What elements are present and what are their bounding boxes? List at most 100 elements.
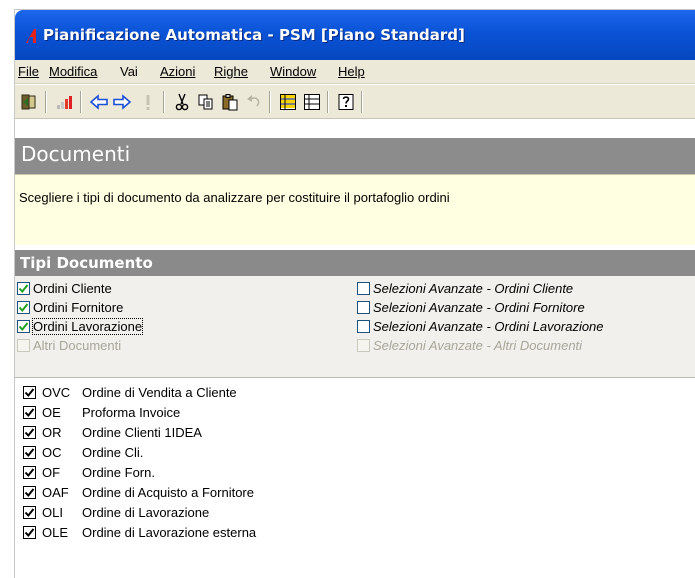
menu-modifica[interactable]: Modifica <box>49 64 97 79</box>
description-panel <box>15 174 695 245</box>
section-title: Tipi Documento <box>20 254 153 272</box>
option-label: Ordini Cliente <box>33 281 112 296</box>
checkbox[interactable] <box>23 465 36 479</box>
toolbar-separator <box>45 91 47 113</box>
toolbar-separator <box>269 91 271 113</box>
option-ordini-fornitore[interactable]: Ordini Fornitore <box>17 299 123 316</box>
menu-vai-label: Vai <box>120 64 138 79</box>
paste-icon[interactable] <box>219 91 241 113</box>
checkbox[interactable] <box>23 525 36 539</box>
document-code: OF <box>42 464 61 480</box>
menu-vai[interactable]: Vai <box>120 64 138 79</box>
document-code: OE <box>42 404 61 420</box>
list-highlight-icon[interactable] <box>277 91 299 113</box>
page-description: Scegliere i tipi di documento da analizz… <box>19 190 450 205</box>
option-label: Selezioni Avanzate - Altri Documenti <box>373 338 583 353</box>
list-item[interactable]: OLE Ordine di Lavorazione esterna <box>23 522 256 542</box>
document-code: OR <box>42 424 62 440</box>
option-label: Selezioni Avanzate - Ordini Lavorazione <box>373 319 604 334</box>
option-label: Ordini Fornitore <box>33 300 124 315</box>
checkbox[interactable] <box>23 385 36 399</box>
document-code: OC <box>42 444 62 460</box>
toolbar-separator <box>80 91 82 113</box>
list-item[interactable]: OR Ordine Clienti 1IDEA <box>23 422 202 442</box>
menu-azioni[interactable]: Azioni <box>160 64 195 79</box>
menu-azioni-label: Azioni <box>160 64 196 79</box>
option-selezioni-avanzate-cliente[interactable]: Selezioni Avanzate - Ordini Cliente <box>357 280 573 297</box>
menu-righe-label: Righe <box>214 64 248 79</box>
exit-icon[interactable] <box>18 91 40 113</box>
toolbar-separator <box>163 91 165 113</box>
list-item[interactable]: OAF Ordine di Acquisto a Fornitore <box>23 482 254 502</box>
toolbar-separator <box>361 91 363 113</box>
signal-icon[interactable] <box>53 91 75 113</box>
option-label: Selezioni Avanzate - Ordini Fornitore <box>373 300 585 315</box>
checkbox[interactable] <box>17 320 30 333</box>
list-item[interactable]: OVC Ordine di Vendita a Cliente <box>23 382 237 402</box>
checkbox[interactable] <box>357 301 370 314</box>
list-item[interactable]: OF Ordine Forn. <box>23 462 155 482</box>
document-list: OVC Ordine di Vendita a Cliente OE Profo… <box>15 382 695 578</box>
checkbox[interactable] <box>357 320 370 333</box>
document-description: Ordine Cli. <box>82 444 144 460</box>
arrow-left-icon[interactable] <box>88 91 110 113</box>
app-logo-icon <box>25 28 41 47</box>
checkbox[interactable] <box>17 282 30 295</box>
list-item[interactable]: OE Proforma Invoice <box>23 402 180 422</box>
option-altri-documenti[interactable]: Altri Documenti <box>17 337 121 354</box>
list-icon[interactable] <box>301 91 323 113</box>
menu-help-label: Help <box>338 64 365 79</box>
application-window: Pianificazione Automatica - PSM [Piano S… <box>14 9 695 578</box>
undo-icon[interactable] <box>243 91 265 113</box>
document-description: Proforma Invoice <box>82 404 181 420</box>
list-item[interactable]: OC Ordine Cli. <box>23 442 143 462</box>
checkbox[interactable] <box>17 339 30 352</box>
checkbox[interactable] <box>23 445 36 459</box>
document-description: Ordine di Lavorazione esterna <box>82 524 257 540</box>
menu-file-label: File <box>18 64 39 79</box>
checkbox[interactable] <box>23 405 36 419</box>
toolbar-separator <box>327 91 329 113</box>
option-label: Altri Documenti <box>33 338 122 353</box>
checkbox[interactable] <box>17 301 30 314</box>
cut-icon[interactable] <box>171 91 193 113</box>
document-code: OAF <box>42 484 69 500</box>
document-code: OVC <box>42 384 71 400</box>
option-ordini-cliente[interactable]: Ordini Cliente <box>17 280 112 297</box>
menu-file[interactable]: File <box>18 64 39 79</box>
option-label: Ordini Lavorazione <box>31 318 144 335</box>
toolbar <box>15 85 695 119</box>
document-description: Ordine di Acquisto a Fornitore <box>82 484 254 500</box>
checkbox[interactable] <box>23 425 36 439</box>
option-label: Selezioni Avanzate - Ordini Cliente <box>373 281 574 296</box>
page-title: Documenti <box>21 142 131 166</box>
document-code: OLI <box>42 504 63 520</box>
checkbox[interactable] <box>23 505 36 519</box>
window-title: Pianificazione Automatica - PSM [Piano S… <box>43 26 465 44</box>
checkbox[interactable] <box>357 339 370 352</box>
document-description: Ordine Clienti 1IDEA <box>82 424 202 440</box>
option-selezioni-avanzate-altri[interactable]: Selezioni Avanzate - Altri Documenti <box>357 337 582 354</box>
menu-modifica-label: Modifica <box>49 64 98 79</box>
checkbox[interactable] <box>357 282 370 295</box>
checkbox[interactable] <box>23 485 36 499</box>
document-description: Ordine di Lavorazione <box>82 504 210 520</box>
arrow-right-icon[interactable] <box>111 91 133 113</box>
option-selezioni-avanzate-lavorazione[interactable]: Selezioni Avanzate - Ordini Lavorazione <box>357 318 604 335</box>
option-ordini-lavorazione[interactable]: Ordini Lavorazione <box>17 318 144 335</box>
menu-window-label: Window <box>270 64 317 79</box>
document-description: Ordine Forn. <box>82 464 155 480</box>
copy-icon[interactable] <box>195 91 217 113</box>
menu-window[interactable]: Window <box>270 64 316 79</box>
help-icon[interactable] <box>335 91 357 113</box>
document-code: OLE <box>42 524 69 540</box>
option-selezioni-avanzate-fornitore[interactable]: Selezioni Avanzate - Ordini Fornitore <box>357 299 585 316</box>
menu-bar: File Modifica Vai Azioni Righe Window He… <box>15 60 695 84</box>
exclamation-icon[interactable] <box>137 91 159 113</box>
title-bar[interactable]: Pianificazione Automatica - PSM [Piano S… <box>15 10 695 60</box>
document-description: Ordine di Vendita a Cliente <box>82 384 237 400</box>
list-item[interactable]: OLI Ordine di Lavorazione <box>23 502 209 522</box>
menu-help[interactable]: Help <box>338 64 365 79</box>
document-type-options: Ordini Cliente Ordini Fornitore Ordini L… <box>15 276 695 378</box>
menu-righe[interactable]: Righe <box>214 64 248 79</box>
